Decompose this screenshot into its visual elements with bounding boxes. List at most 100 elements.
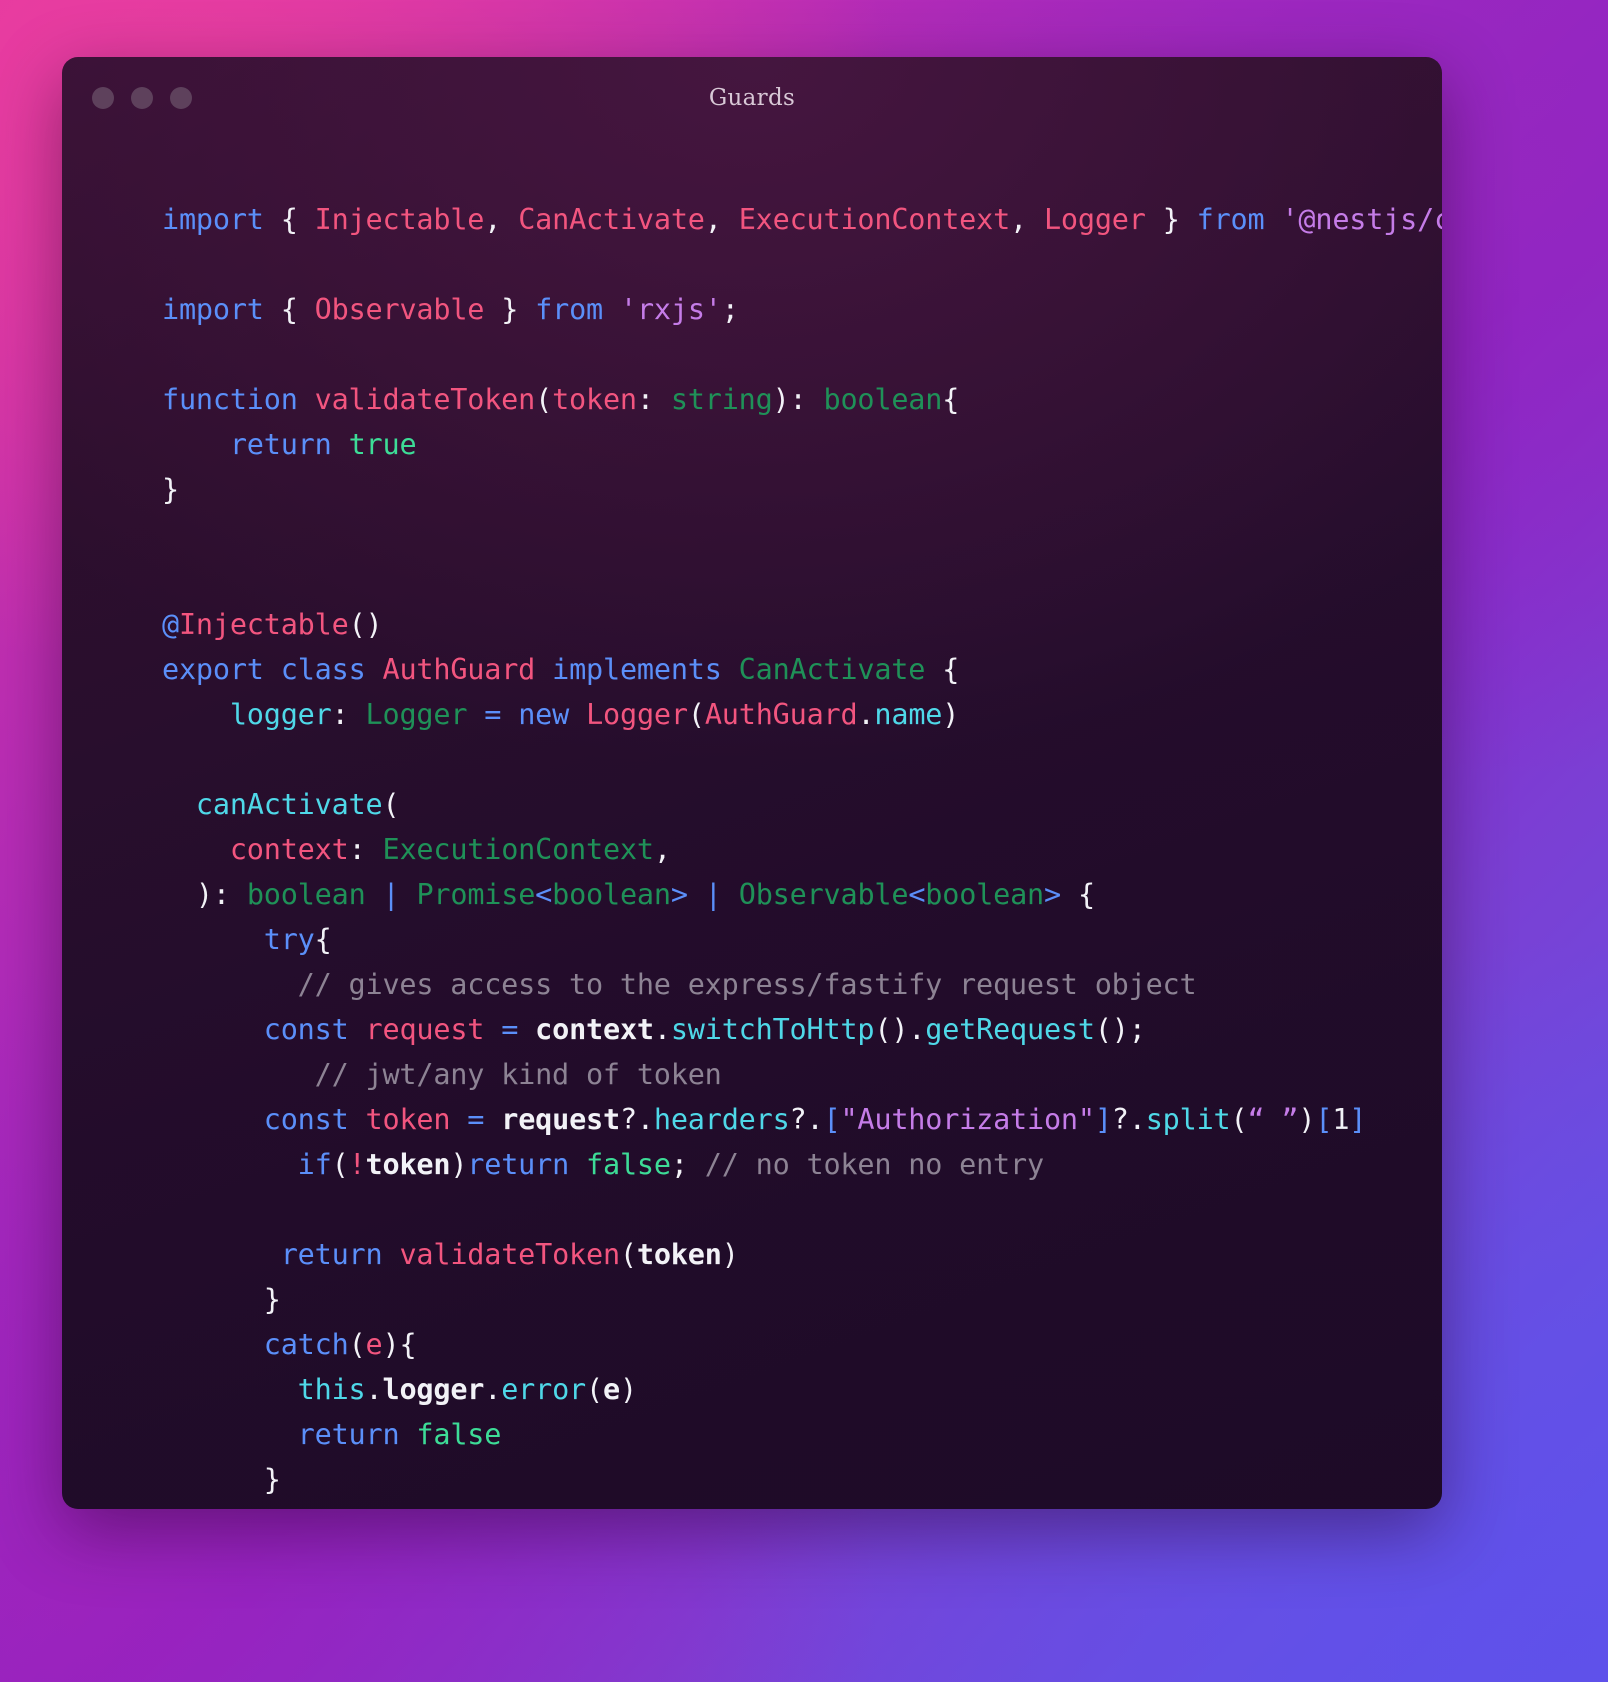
code-line: this.logger.error(e) (62, 1367, 1442, 1412)
code-token: } (196, 1508, 213, 1509)
code-token: } (162, 473, 179, 506)
code-token: | (704, 878, 722, 911)
code-token: true (348, 428, 417, 461)
code-token: Promise (416, 878, 536, 911)
code-token: CanActivate (738, 653, 926, 686)
code-token: name (874, 698, 943, 731)
code-token: { (942, 653, 960, 686)
code-token: > (670, 878, 688, 911)
code-token: if (297, 1148, 332, 1181)
code-token: return (467, 1148, 570, 1181)
code-token: Logger (365, 698, 468, 731)
code-line: } (62, 467, 1442, 512)
code-token: } (263, 1283, 281, 1316)
code-token: e (602, 1373, 620, 1406)
code-token: } (263, 1463, 281, 1496)
code-line: if(!token)return false; // no token no e… (62, 1142, 1442, 1187)
code-line: ): boolean | Promise<boolean> | Observab… (62, 872, 1442, 917)
code-token: ( (586, 1373, 603, 1406)
code-token: Observable (314, 293, 485, 326)
code-token: 1 (1332, 1103, 1350, 1136)
code-token: ! (348, 1148, 366, 1181)
code-token: Logger (1043, 203, 1146, 236)
code-token: ( (348, 1328, 366, 1361)
code-token: request (365, 1013, 485, 1046)
code-line: catch(e){ (62, 1322, 1442, 1367)
code-token: ) (382, 1328, 400, 1361)
code-token: false (416, 1418, 502, 1451)
code-token: Injectable (178, 608, 349, 641)
code-token: . (365, 1373, 383, 1406)
code-line: try{ (62, 917, 1442, 962)
code-token: hearders (653, 1103, 790, 1136)
code-token: AuthGuard (382, 653, 536, 686)
code-token: { (314, 923, 332, 956)
code-editor-content[interactable]: import { Injectable, CanActivate, Execut… (62, 149, 1442, 1509)
code-token: ) (772, 383, 790, 416)
code-token: boolean (552, 878, 671, 911)
code-token: split (1145, 1103, 1231, 1136)
code-token: : (331, 698, 349, 731)
code-token: . (857, 698, 875, 731)
code-token: { (280, 203, 298, 236)
code-token: CanActivate (518, 203, 705, 236)
code-token: = (484, 698, 502, 731)
code-token: import (162, 293, 264, 326)
code-line: @Injectable() (62, 602, 1442, 647)
code-token: return (229, 428, 332, 461)
code-token: { (399, 1328, 417, 1361)
code-token: this (297, 1373, 366, 1406)
code-line: } (62, 1277, 1442, 1322)
code-line: function validateToken(token: string): b… (62, 377, 1442, 422)
code-token: { (1077, 878, 1095, 911)
code-token: } (1162, 203, 1180, 236)
code-token: [ (823, 1103, 841, 1136)
code-token: = (467, 1103, 485, 1136)
code-token: catch (263, 1328, 349, 1361)
code-token: ) (450, 1148, 468, 1181)
code-token: token (365, 1103, 451, 1136)
code-token: < (535, 878, 553, 911)
window-title: Guards (708, 85, 796, 111)
code-token: : (636, 383, 654, 416)
code-token: @ (162, 608, 179, 641)
code-token: from (1196, 203, 1265, 236)
code-token: ?. (619, 1103, 654, 1136)
code-token: ] (1094, 1103, 1112, 1136)
code-token: | (382, 878, 400, 911)
code-token: () (1094, 1013, 1129, 1046)
code-token: . (908, 1013, 926, 1046)
code-line: return validateToken(token) (62, 1232, 1442, 1277)
code-token: return (297, 1418, 400, 1451)
code-token: ) (721, 1238, 739, 1271)
code-token: = (501, 1013, 519, 1046)
code-token: () (348, 608, 383, 641)
window-titlebar: Guards (62, 57, 1442, 149)
code-token: boolean (246, 878, 366, 911)
code-token: “ ” (1247, 1103, 1299, 1136)
code-token: e (365, 1328, 383, 1361)
